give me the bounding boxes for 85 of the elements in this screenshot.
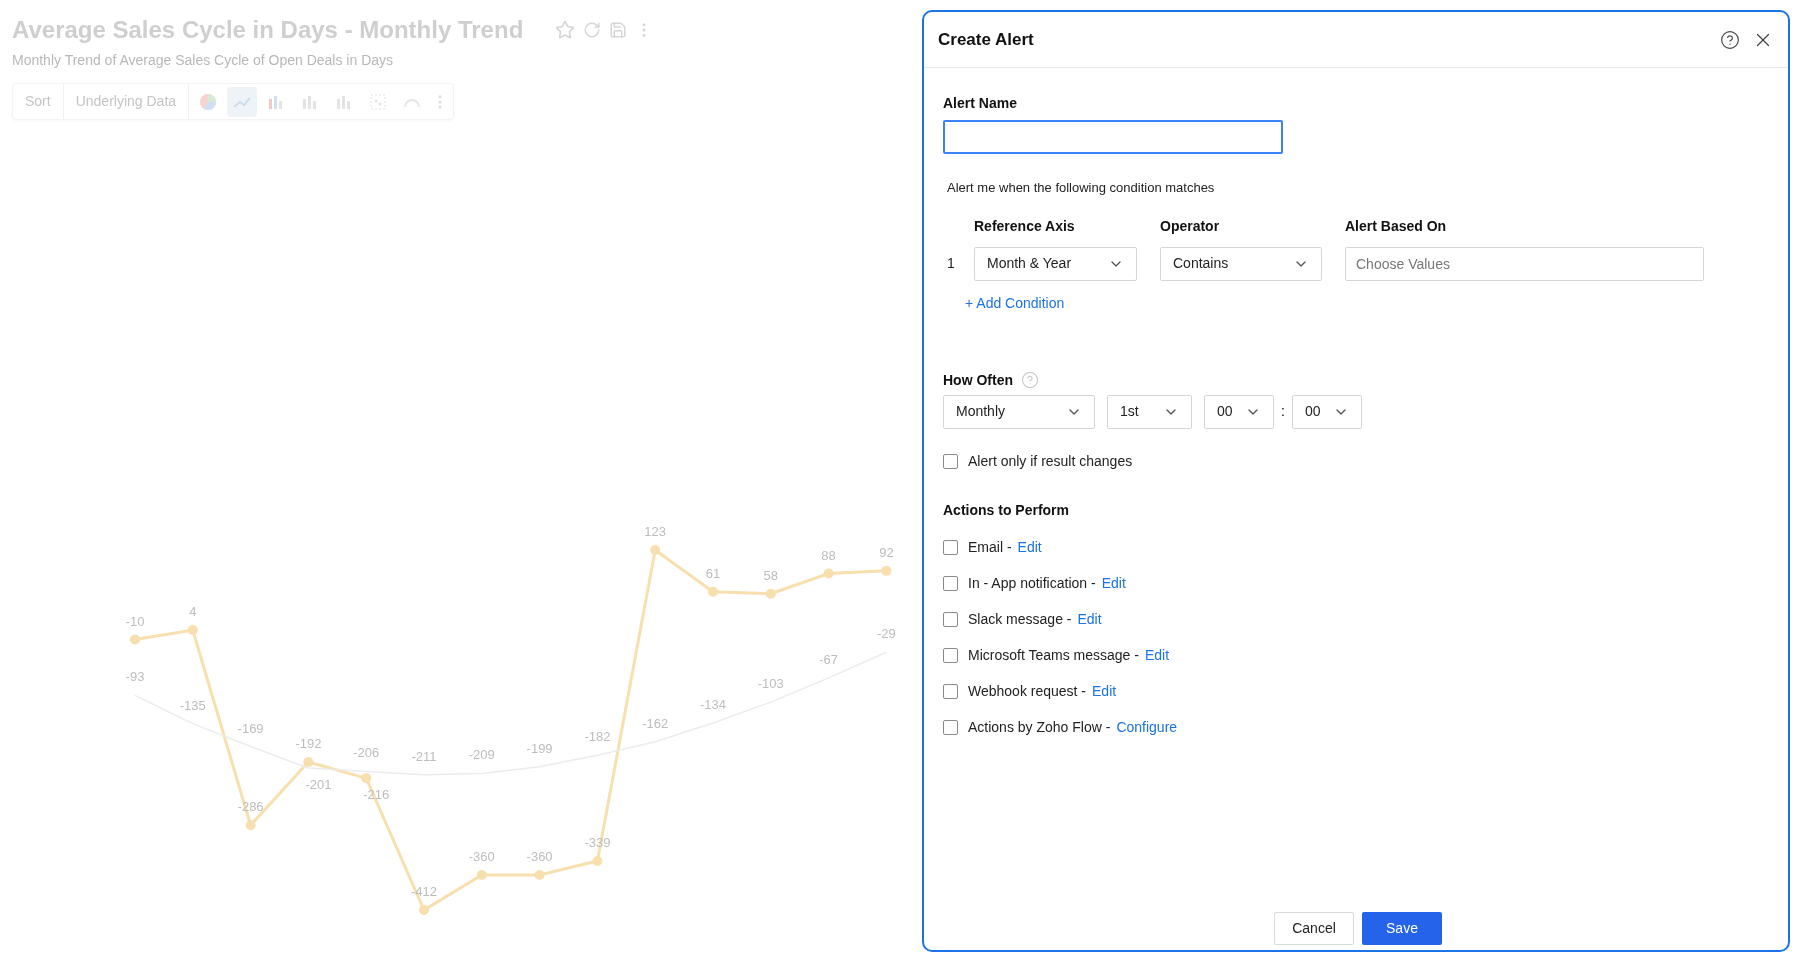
checkbox[interactable] bbox=[943, 683, 958, 699]
data-label: -182 bbox=[584, 729, 611, 745]
checkbox[interactable] bbox=[943, 539, 958, 555]
reference-axis-select[interactable]: Month & Year bbox=[974, 246, 1137, 281]
column-header: Alert Based On bbox=[1345, 216, 1447, 236]
field-label: Alert Name bbox=[943, 94, 1018, 113]
data-label: -211 bbox=[411, 748, 437, 764]
data-point bbox=[187, 625, 198, 636]
data-label: -209 bbox=[468, 747, 495, 763]
report-subtitle: Monthly Trend of Average Sales Cycle of Open Deals in Days bbox=[12, 51, 395, 70]
data-point bbox=[708, 586, 718, 597]
line-chart-icon[interactable] bbox=[227, 86, 258, 117]
column-header: Reference Axis bbox=[974, 216, 1076, 236]
data-label: 4 bbox=[189, 604, 197, 620]
field-label: How Often bbox=[943, 370, 1013, 390]
alert-values-field[interactable]: Choose Values bbox=[1345, 246, 1704, 281]
hour-select[interactable]: 00 bbox=[1204, 394, 1274, 429]
data-label: -360 bbox=[468, 849, 495, 865]
save-icon[interactable] bbox=[609, 21, 628, 39]
action-link[interactable]: Edit bbox=[1101, 572, 1126, 594]
action-link[interactable]: Configure bbox=[1116, 716, 1178, 738]
data-point bbox=[534, 870, 545, 881]
data-point bbox=[765, 588, 776, 599]
data-label: -29 bbox=[877, 626, 896, 642]
condition-number: 1 bbox=[946, 254, 956, 273]
refresh-icon[interactable] bbox=[583, 21, 602, 39]
data-label: -135 bbox=[179, 697, 206, 713]
alert-name-field[interactable] bbox=[943, 120, 1283, 154]
data-label: -192 bbox=[295, 736, 322, 751]
data-label: -134 bbox=[700, 696, 726, 712]
action-link[interactable]: Edit bbox=[1144, 644, 1170, 666]
action-link[interactable]: Edit bbox=[1092, 680, 1117, 702]
data-point bbox=[130, 634, 140, 645]
add-condition-link[interactable]: + Add Condition bbox=[965, 292, 1065, 314]
data-label: -93 bbox=[125, 669, 145, 685]
data-label: -360 bbox=[526, 849, 553, 865]
operator-select[interactable]: Contains bbox=[1160, 246, 1322, 281]
section-title: Actions to Perform bbox=[943, 500, 1070, 520]
save-button[interactable]: Save bbox=[1362, 912, 1442, 945]
column-header: Operator bbox=[1160, 216, 1221, 236]
data-label: 61 bbox=[705, 565, 721, 581]
data-point bbox=[823, 568, 834, 579]
checkbox[interactable] bbox=[943, 611, 958, 627]
data-label: 88 bbox=[821, 547, 836, 563]
action-label: Webhook request - bbox=[967, 681, 1087, 701]
data-label: -162 bbox=[642, 715, 669, 731]
data-label: 58 bbox=[763, 567, 779, 583]
checkbox-label: Alert only if result changes bbox=[968, 451, 1133, 471]
checkbox[interactable] bbox=[943, 453, 958, 469]
data-point bbox=[650, 545, 661, 555]
checkbox[interactable] bbox=[943, 575, 958, 591]
data-point bbox=[592, 855, 603, 866]
checkbox[interactable] bbox=[943, 647, 958, 663]
dialog-title: Create Alert bbox=[938, 28, 1034, 51]
frequency-select[interactable]: Monthly bbox=[943, 394, 1095, 429]
data-point bbox=[303, 757, 314, 767]
condition-intro: Alert me when the following condition matches bbox=[947, 179, 1216, 197]
help-icon[interactable] bbox=[1720, 29, 1740, 50]
data-label: -169 bbox=[237, 720, 264, 736]
data-point bbox=[419, 905, 429, 916]
action-label: Actions by Zoho Flow - bbox=[967, 717, 1111, 737]
data-point bbox=[361, 773, 372, 784]
action-label: Microsoft Teams message - bbox=[967, 645, 1139, 665]
data-label: -10 bbox=[125, 613, 145, 629]
day-select[interactable]: 1st bbox=[1107, 394, 1192, 429]
action-link[interactable]: Edit bbox=[1017, 536, 1042, 558]
data-label: -103 bbox=[757, 676, 784, 692]
data-point bbox=[476, 870, 487, 881]
data-point bbox=[245, 820, 256, 831]
action-label: Email - bbox=[967, 537, 1012, 557]
data-label: -199 bbox=[526, 740, 553, 756]
data-label: -206 bbox=[353, 745, 380, 761]
data-label: -201 bbox=[305, 777, 332, 793]
data-label: 92 bbox=[879, 544, 894, 560]
data-label: -67 bbox=[819, 651, 838, 667]
action-label: Slack message - bbox=[967, 609, 1072, 629]
star-icon[interactable] bbox=[555, 20, 576, 40]
action-link[interactable]: Edit bbox=[1077, 608, 1102, 630]
data-point bbox=[881, 565, 892, 576]
time-separator: : bbox=[1281, 402, 1285, 421]
checkbox[interactable] bbox=[943, 719, 958, 735]
cancel-button[interactable]: Cancel bbox=[1274, 912, 1354, 945]
action-label: In - App notification - bbox=[967, 573, 1096, 593]
data-label: 123 bbox=[644, 524, 667, 539]
minute-select[interactable]: 00 bbox=[1291, 394, 1362, 429]
